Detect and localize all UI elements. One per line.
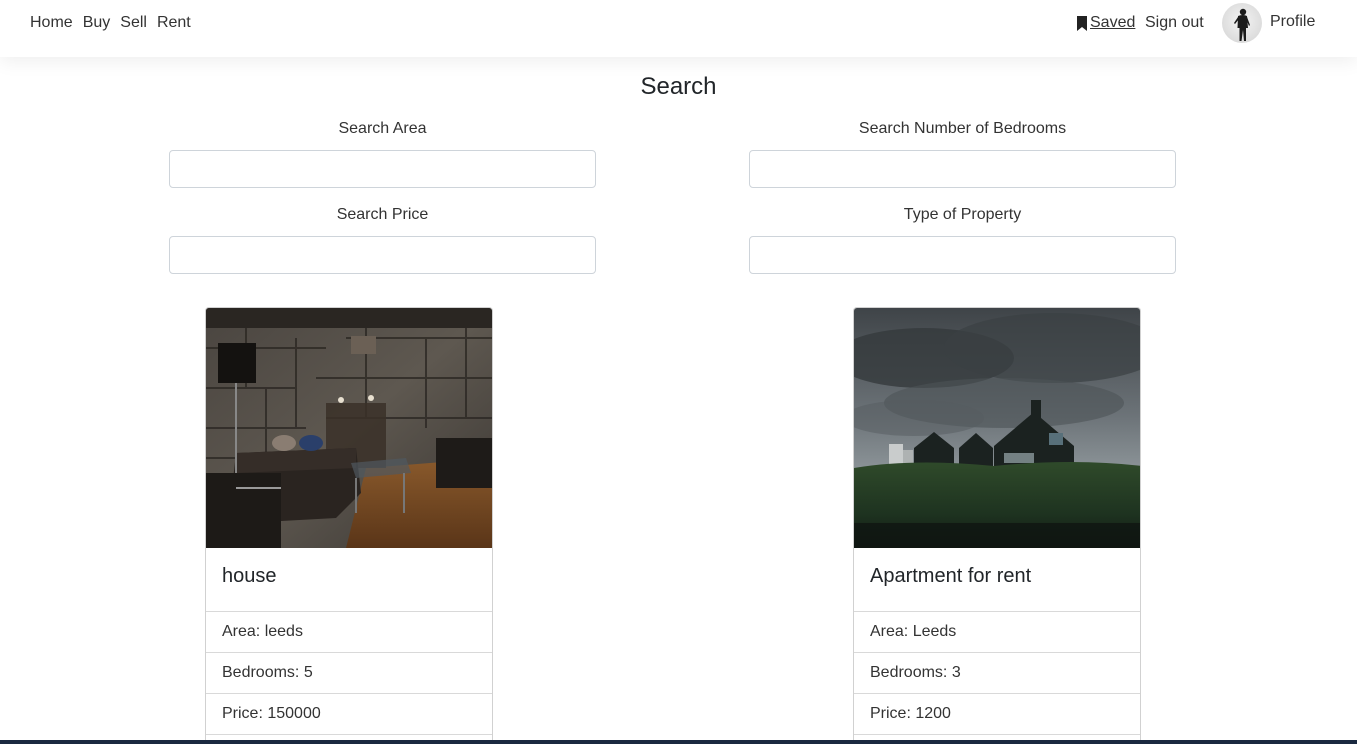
bookmark-icon [1077,15,1087,31]
page-bottom-bar [0,740,1357,744]
nav-links: Home Buy Sell Rent [30,13,191,33]
nav-rent-link[interactable]: Rent [157,13,191,33]
nav-home-link[interactable]: Home [30,13,73,33]
listing-title: Apartment for rent [854,548,1140,612]
search-area-label: Search Area [338,120,427,137]
listing-price: Price: 150000 [206,694,492,735]
listing-bedrooms: Bedrooms: 5 [206,653,492,694]
listing-card[interactable]: Apartment for rent Area: Leeds Bedrooms:… [853,307,1141,744]
saved-link[interactable]: Saved [1076,13,1135,33]
property-type-input[interactable] [749,236,1176,274]
nav-sell-link[interactable]: Sell [120,13,147,33]
search-title: Search [640,73,717,100]
saved-label: Saved [1090,14,1136,31]
listing-photo-living-room [206,308,492,548]
top-navbar: Home Buy Sell Rent Saved Sign out Profil… [0,0,1357,57]
listing-area: Area: Leeds [854,612,1140,653]
nav-buy-link[interactable]: Buy [83,13,111,33]
avatar[interactable] [1222,3,1262,43]
listing-card[interactable]: house Area: leeds Bedrooms: 5 Price: 150… [205,307,493,744]
listing-title: house [206,548,492,612]
listing-price: Price: 1200 [854,694,1140,735]
listing-area: Area: leeds [206,612,492,653]
profile-link[interactable]: Profile [1270,12,1315,32]
property-type-label: Type of Property [903,206,1022,223]
search-area-input[interactable] [169,150,596,188]
listing-photo-house-exterior [854,308,1140,548]
person-silhouette-icon [1234,8,1250,41]
search-bedrooms-label: Search Number of Bedrooms [858,120,1067,137]
listing-bedrooms: Bedrooms: 3 [854,653,1140,694]
sign-out-link[interactable]: Sign out [1145,13,1204,33]
search-bedrooms-input[interactable] [749,150,1176,188]
search-price-label: Search Price [336,206,429,223]
search-price-input[interactable] [169,236,596,274]
